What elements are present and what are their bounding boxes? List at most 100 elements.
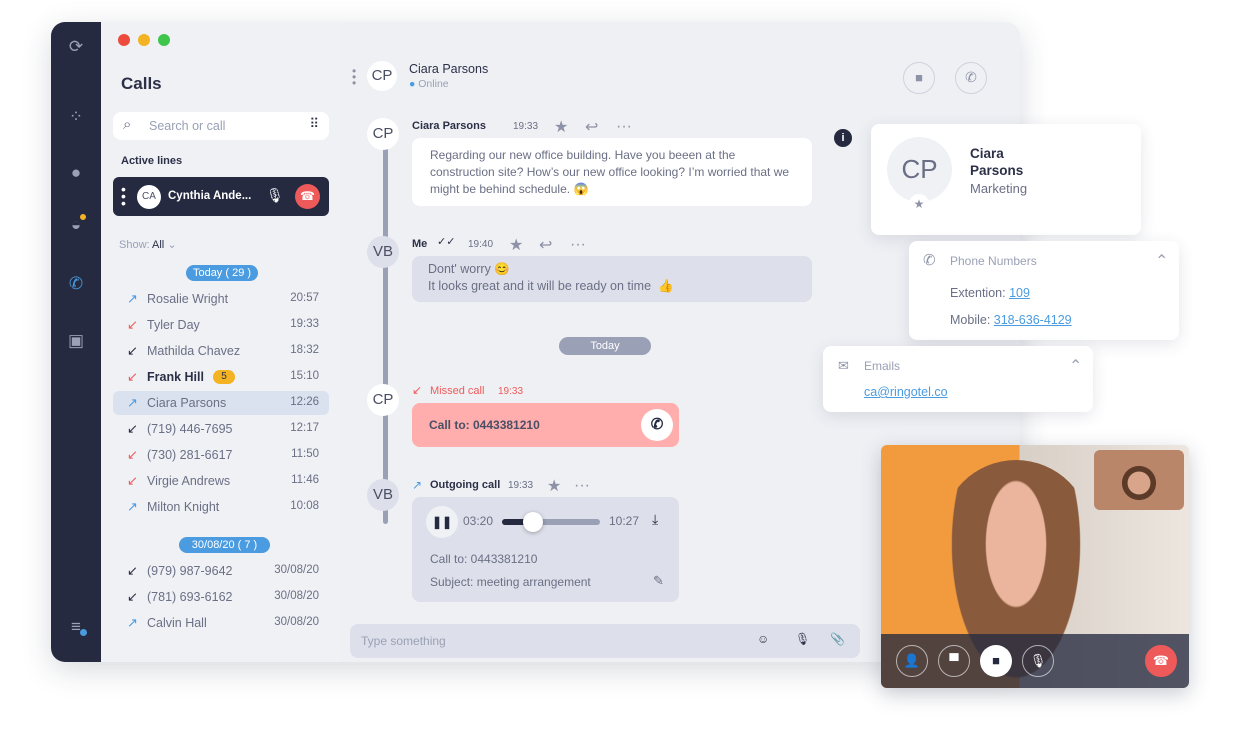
call-time: 15:10	[290, 370, 319, 382]
more-icon[interactable]: • • •	[352, 65, 356, 89]
star-icon[interactable]: ★	[547, 476, 561, 496]
call-list-item[interactable]: ↙ (719) 446-7695 12:17	[113, 417, 329, 441]
more-icon[interactable]: ···	[570, 236, 586, 254]
call-list-item[interactable]: ↙ (781) 693-6162 30/08/20	[113, 585, 329, 609]
attachment-icon[interactable]: 📎	[830, 632, 845, 646]
mobile-row: Mobile: 318-636-4129	[950, 313, 1072, 327]
search-placeholder: Search or call	[149, 119, 226, 133]
close-window-button[interactable]	[118, 34, 130, 46]
sender-name: Ciara Parsons	[412, 120, 486, 132]
extension-link[interactable]: 109	[1009, 286, 1030, 300]
message-time: 19:33	[513, 121, 539, 132]
camera-toggle-button[interactable]: ■	[980, 645, 1012, 677]
call-list-item[interactable]: ↙ Mathilda Chavez 18:32	[113, 339, 329, 363]
edit-icon[interactable]: ✎	[653, 572, 664, 589]
star-icon[interactable]: ★	[554, 117, 568, 137]
add-participant-button[interactable]: 👤	[896, 645, 928, 677]
caller-name: (730) 281-6617	[147, 448, 233, 462]
video-call-button[interactable]: ■	[903, 62, 935, 94]
missed-call-label: Missed call	[430, 385, 485, 397]
screen-share-button[interactable]: ▀	[938, 645, 970, 677]
info-button[interactable]: i	[834, 129, 852, 147]
call-list-item[interactable]: ↗ Ciara Parsons 12:26	[113, 391, 329, 415]
download-icon[interactable]: ⤓	[652, 511, 658, 528]
incoming-call-icon: ↙	[127, 343, 138, 358]
microphone-icon[interactable]: 🎙	[266, 187, 284, 204]
contact-name: Ciara Parsons	[970, 146, 1024, 178]
call-list-item[interactable]: ↗ Rosalie Wright 20:57	[113, 287, 329, 311]
call-list-item[interactable]: ↙ Frank Hill 5 15:10	[113, 365, 329, 389]
caller-name: (781) 693-6162	[147, 590, 233, 604]
email-link[interactable]: ca@ringotel.co	[864, 385, 948, 399]
call-back-button[interactable]: ✆	[641, 409, 673, 441]
status: ● Online	[409, 78, 449, 90]
caller-name: Ciara Parsons	[147, 396, 227, 410]
extension-row: Extention: 109	[950, 286, 1030, 300]
message-time: 19:33	[498, 386, 524, 397]
outgoing-call-label: Outgoing call	[430, 479, 501, 491]
mute-button[interactable]: 🎙	[1022, 645, 1054, 677]
message-bubble: Regarding our new office building. Have …	[412, 138, 812, 206]
emoji: 😊	[494, 262, 510, 276]
emails-card: ✉ Emails ⌃ ca@ringotel.co	[823, 346, 1093, 412]
active-lines-label: Active lines	[121, 155, 183, 167]
maximize-window-button[interactable]	[158, 34, 170, 46]
active-line[interactable]: • • • CA Cynthia Ande... 🎙 ☎	[113, 177, 329, 216]
phone-numbers-card: ✆ Phone Numbers ⌃ Extention: 109 Mobile:…	[909, 241, 1179, 340]
apps-icon[interactable]: ⁘	[65, 106, 87, 128]
section-title: Emails	[864, 359, 901, 373]
menu-icon[interactable]: ≡	[65, 616, 87, 638]
notification-dot	[80, 214, 86, 220]
audio-call-button[interactable]: ✆	[955, 62, 987, 94]
avatar: CP	[367, 118, 399, 150]
phone-icon[interactable]: ✆	[65, 273, 87, 295]
group-label: Today ( 29 )	[186, 265, 258, 281]
chat-icon[interactable]: ◒	[65, 214, 87, 236]
message-input[interactable]: Type something ☺ 🎙 📎	[350, 624, 860, 658]
contact-department: Marketing	[970, 181, 1028, 196]
contact-icon[interactable]: ●	[65, 162, 87, 184]
call-time: 10:08	[290, 500, 319, 512]
call-list-item[interactable]: ↙ Tyler Day 19:33	[113, 313, 329, 337]
call-list-item[interactable]: ↗ Milton Knight 10:08	[113, 495, 329, 519]
caller-name: (719) 446-7695	[147, 422, 233, 436]
caller-name: Tyler Day	[147, 318, 200, 332]
more-icon[interactable]: • • •	[121, 182, 126, 210]
playback-slider[interactable]	[502, 512, 600, 532]
caller-name: Milton Knight	[147, 500, 220, 514]
contact-name[interactable]: Ciara Parsons	[409, 62, 488, 76]
local-video-preview[interactable]	[1094, 450, 1184, 510]
show-filter[interactable]: Show: All ⌄	[119, 238, 177, 251]
pause-button[interactable]: ❚❚	[426, 506, 458, 538]
missed-call-icon: ↙	[412, 383, 423, 397]
chevron-up-icon[interactable]: ⌃	[1069, 356, 1082, 376]
more-icon[interactable]: ···	[574, 477, 590, 495]
elapsed-time: 03:20	[463, 514, 494, 528]
star-icon[interactable]: ★	[509, 235, 523, 255]
microphone-icon[interactable]: 🎙	[795, 632, 810, 646]
chevron-up-icon[interactable]: ⌃	[1155, 251, 1168, 271]
search-input[interactable]: ⌕ Search or call ⠿	[113, 112, 329, 140]
hangup-button[interactable]: ☎	[295, 184, 320, 209]
message-time: 19:33	[508, 480, 534, 491]
search-icon: ⌕	[123, 116, 132, 133]
call-list-item[interactable]: ↙ (730) 281-6617 11:50	[113, 443, 329, 467]
call-list-item[interactable]: ↗ Calvin Hall 30/08/20	[113, 611, 329, 635]
call-time: 12:26	[290, 396, 319, 408]
emoji-icon[interactable]: ☺	[757, 632, 769, 646]
end-call-button[interactable]: ☎	[1145, 645, 1177, 677]
call-list-item[interactable]: ↙ Virgie Andrews 11:46	[113, 469, 329, 493]
reply-icon[interactable]: ↩	[585, 117, 598, 137]
address-book-icon[interactable]: ▣	[65, 330, 87, 352]
more-icon[interactable]: ···	[616, 118, 632, 136]
call-time: 30/08/20	[274, 564, 319, 576]
call-time: 12:17	[290, 422, 319, 434]
mobile-link[interactable]: 318-636-4129	[994, 313, 1072, 327]
reply-icon[interactable]: ↩	[539, 235, 552, 255]
outgoing-call-icon: ↗	[412, 478, 423, 492]
dialpad-icon[interactable]: ⠿	[309, 116, 319, 132]
minimize-window-button[interactable]	[138, 34, 150, 46]
star-icon[interactable]: ★	[909, 194, 929, 214]
call-list-item[interactable]: ↙ (979) 987-9642 30/08/20	[113, 559, 329, 583]
slider-handle[interactable]	[523, 512, 544, 532]
